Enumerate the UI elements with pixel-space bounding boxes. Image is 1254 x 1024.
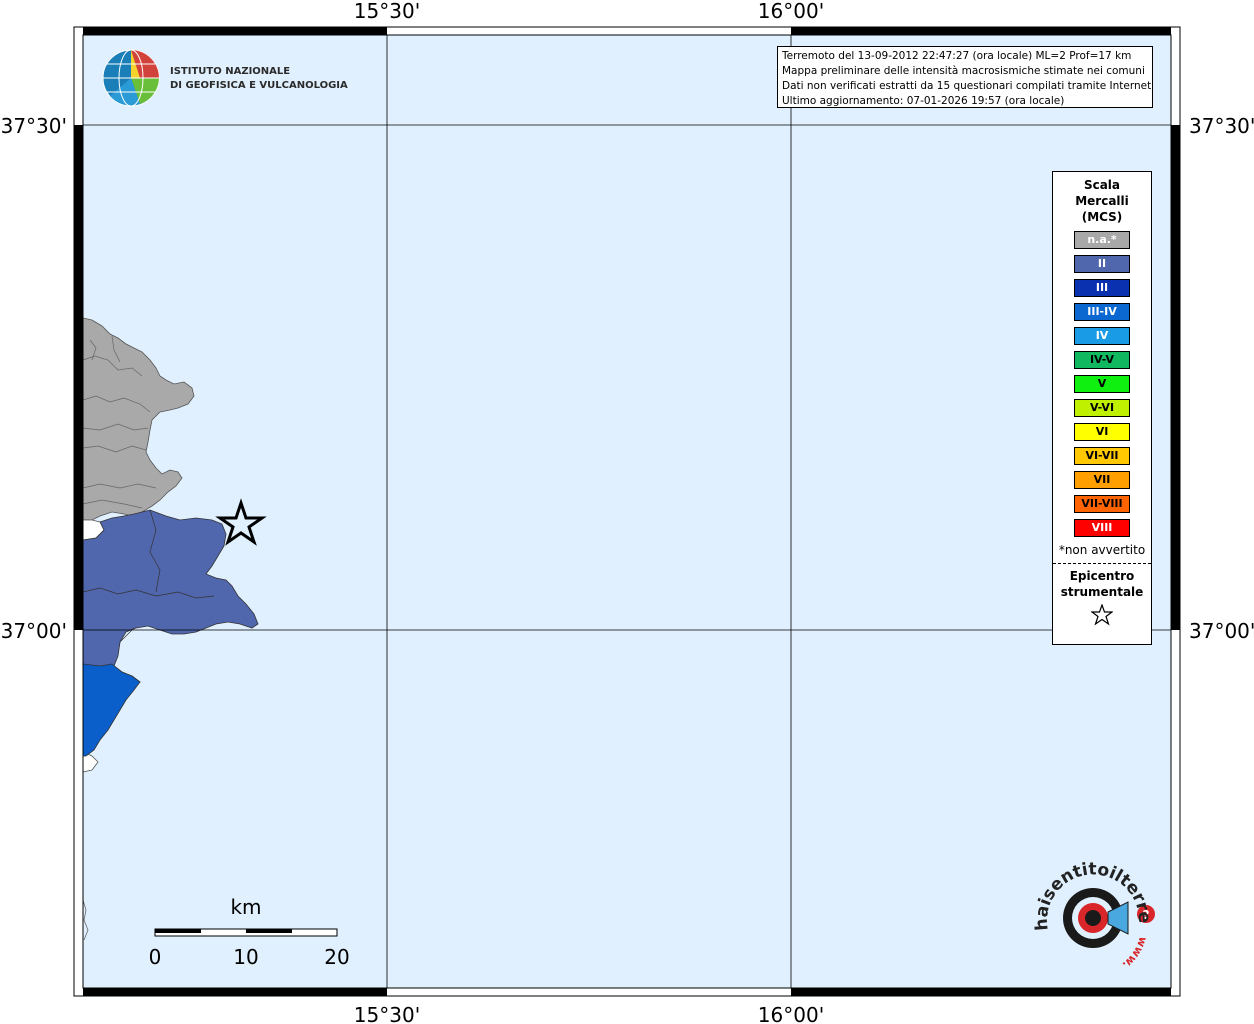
legend-item: V-VI bbox=[1074, 399, 1130, 417]
legend-item: VII bbox=[1074, 471, 1130, 489]
legend-item: VIII bbox=[1074, 519, 1130, 537]
sea-area bbox=[83, 35, 1171, 988]
scale-tick-20: 20 bbox=[324, 945, 349, 969]
lat-label-left-2: 37°00' bbox=[1, 619, 67, 643]
ingv-name-line2: DI GEOFISICA E VULCANOLOGIA bbox=[170, 80, 348, 91]
legend-item: VII-VIII bbox=[1074, 495, 1130, 513]
event-info-line2: Mappa preliminare delle intensità macros… bbox=[782, 65, 1145, 77]
legend-note: *non avvertito bbox=[1058, 543, 1146, 557]
legend-item: II bbox=[1074, 255, 1130, 273]
lon-label-bottom-1: 15°30' bbox=[354, 1003, 420, 1024]
legend-title-line1: Scala bbox=[1083, 178, 1121, 192]
event-info-line1: Terremoto del 13-09-2012 22:47:27 (ora l… bbox=[782, 50, 1132, 62]
intensity-legend: Scala Mercalli (MCS) n.a.* II III III-IV IV I… bbox=[1052, 171, 1152, 645]
lon-label-top-1: 15°30' bbox=[354, 0, 420, 23]
scale-tick-0: 0 bbox=[149, 945, 162, 969]
legend-item: III-IV bbox=[1074, 303, 1130, 321]
legend-separator bbox=[1053, 563, 1151, 564]
legend-item: IV bbox=[1074, 327, 1130, 345]
scale-tick-10: 10 bbox=[233, 945, 258, 969]
event-info-line4: Ultimo aggiornamento: 07-01-2026 19:57 (… bbox=[782, 95, 1065, 107]
scale-unit: km bbox=[230, 895, 261, 919]
legend-item: IV-V bbox=[1074, 351, 1130, 369]
ingv-name-line1: ISTITUTO NAZIONALE bbox=[170, 66, 290, 77]
legend-epicenter-line1: Epicentro bbox=[1069, 569, 1135, 583]
lat-label-right-1: 37°30' bbox=[1189, 114, 1254, 138]
lat-label-right-2: 37°00' bbox=[1189, 619, 1254, 643]
legend-epicenter-line2: strumentale bbox=[1060, 585, 1144, 599]
legend-star-icon bbox=[1053, 603, 1151, 630]
legend-item: V bbox=[1074, 375, 1130, 393]
lon-label-top-2: 16°00' bbox=[758, 0, 824, 23]
legend-item: VI-VII bbox=[1074, 447, 1130, 465]
legend-title-line2: Mercalli bbox=[1075, 194, 1129, 208]
legend-title-line3: (MCS) bbox=[1081, 210, 1123, 224]
legend-item: VI bbox=[1074, 423, 1130, 441]
legend-epicenter-label: Epicentro strumentale bbox=[1053, 568, 1151, 600]
legend-item: III bbox=[1074, 279, 1130, 297]
lon-label-bottom-2: 16°00' bbox=[758, 1003, 824, 1024]
legend-item: n.a.* bbox=[1074, 231, 1130, 249]
legend-title: Scala Mercalli (MCS) bbox=[1053, 177, 1151, 225]
event-info-box: Terremoto del 13-09-2012 22:47:27 (ora l… bbox=[777, 46, 1153, 108]
lat-label-left-1: 37°30' bbox=[1, 114, 67, 138]
legend-items: n.a.* II III III-IV IV IV-V V V-VI VI VI-VII VII VI… bbox=[1053, 231, 1151, 537]
event-info-line3: Dati non verificati estratti da 15 quest… bbox=[782, 80, 1153, 92]
